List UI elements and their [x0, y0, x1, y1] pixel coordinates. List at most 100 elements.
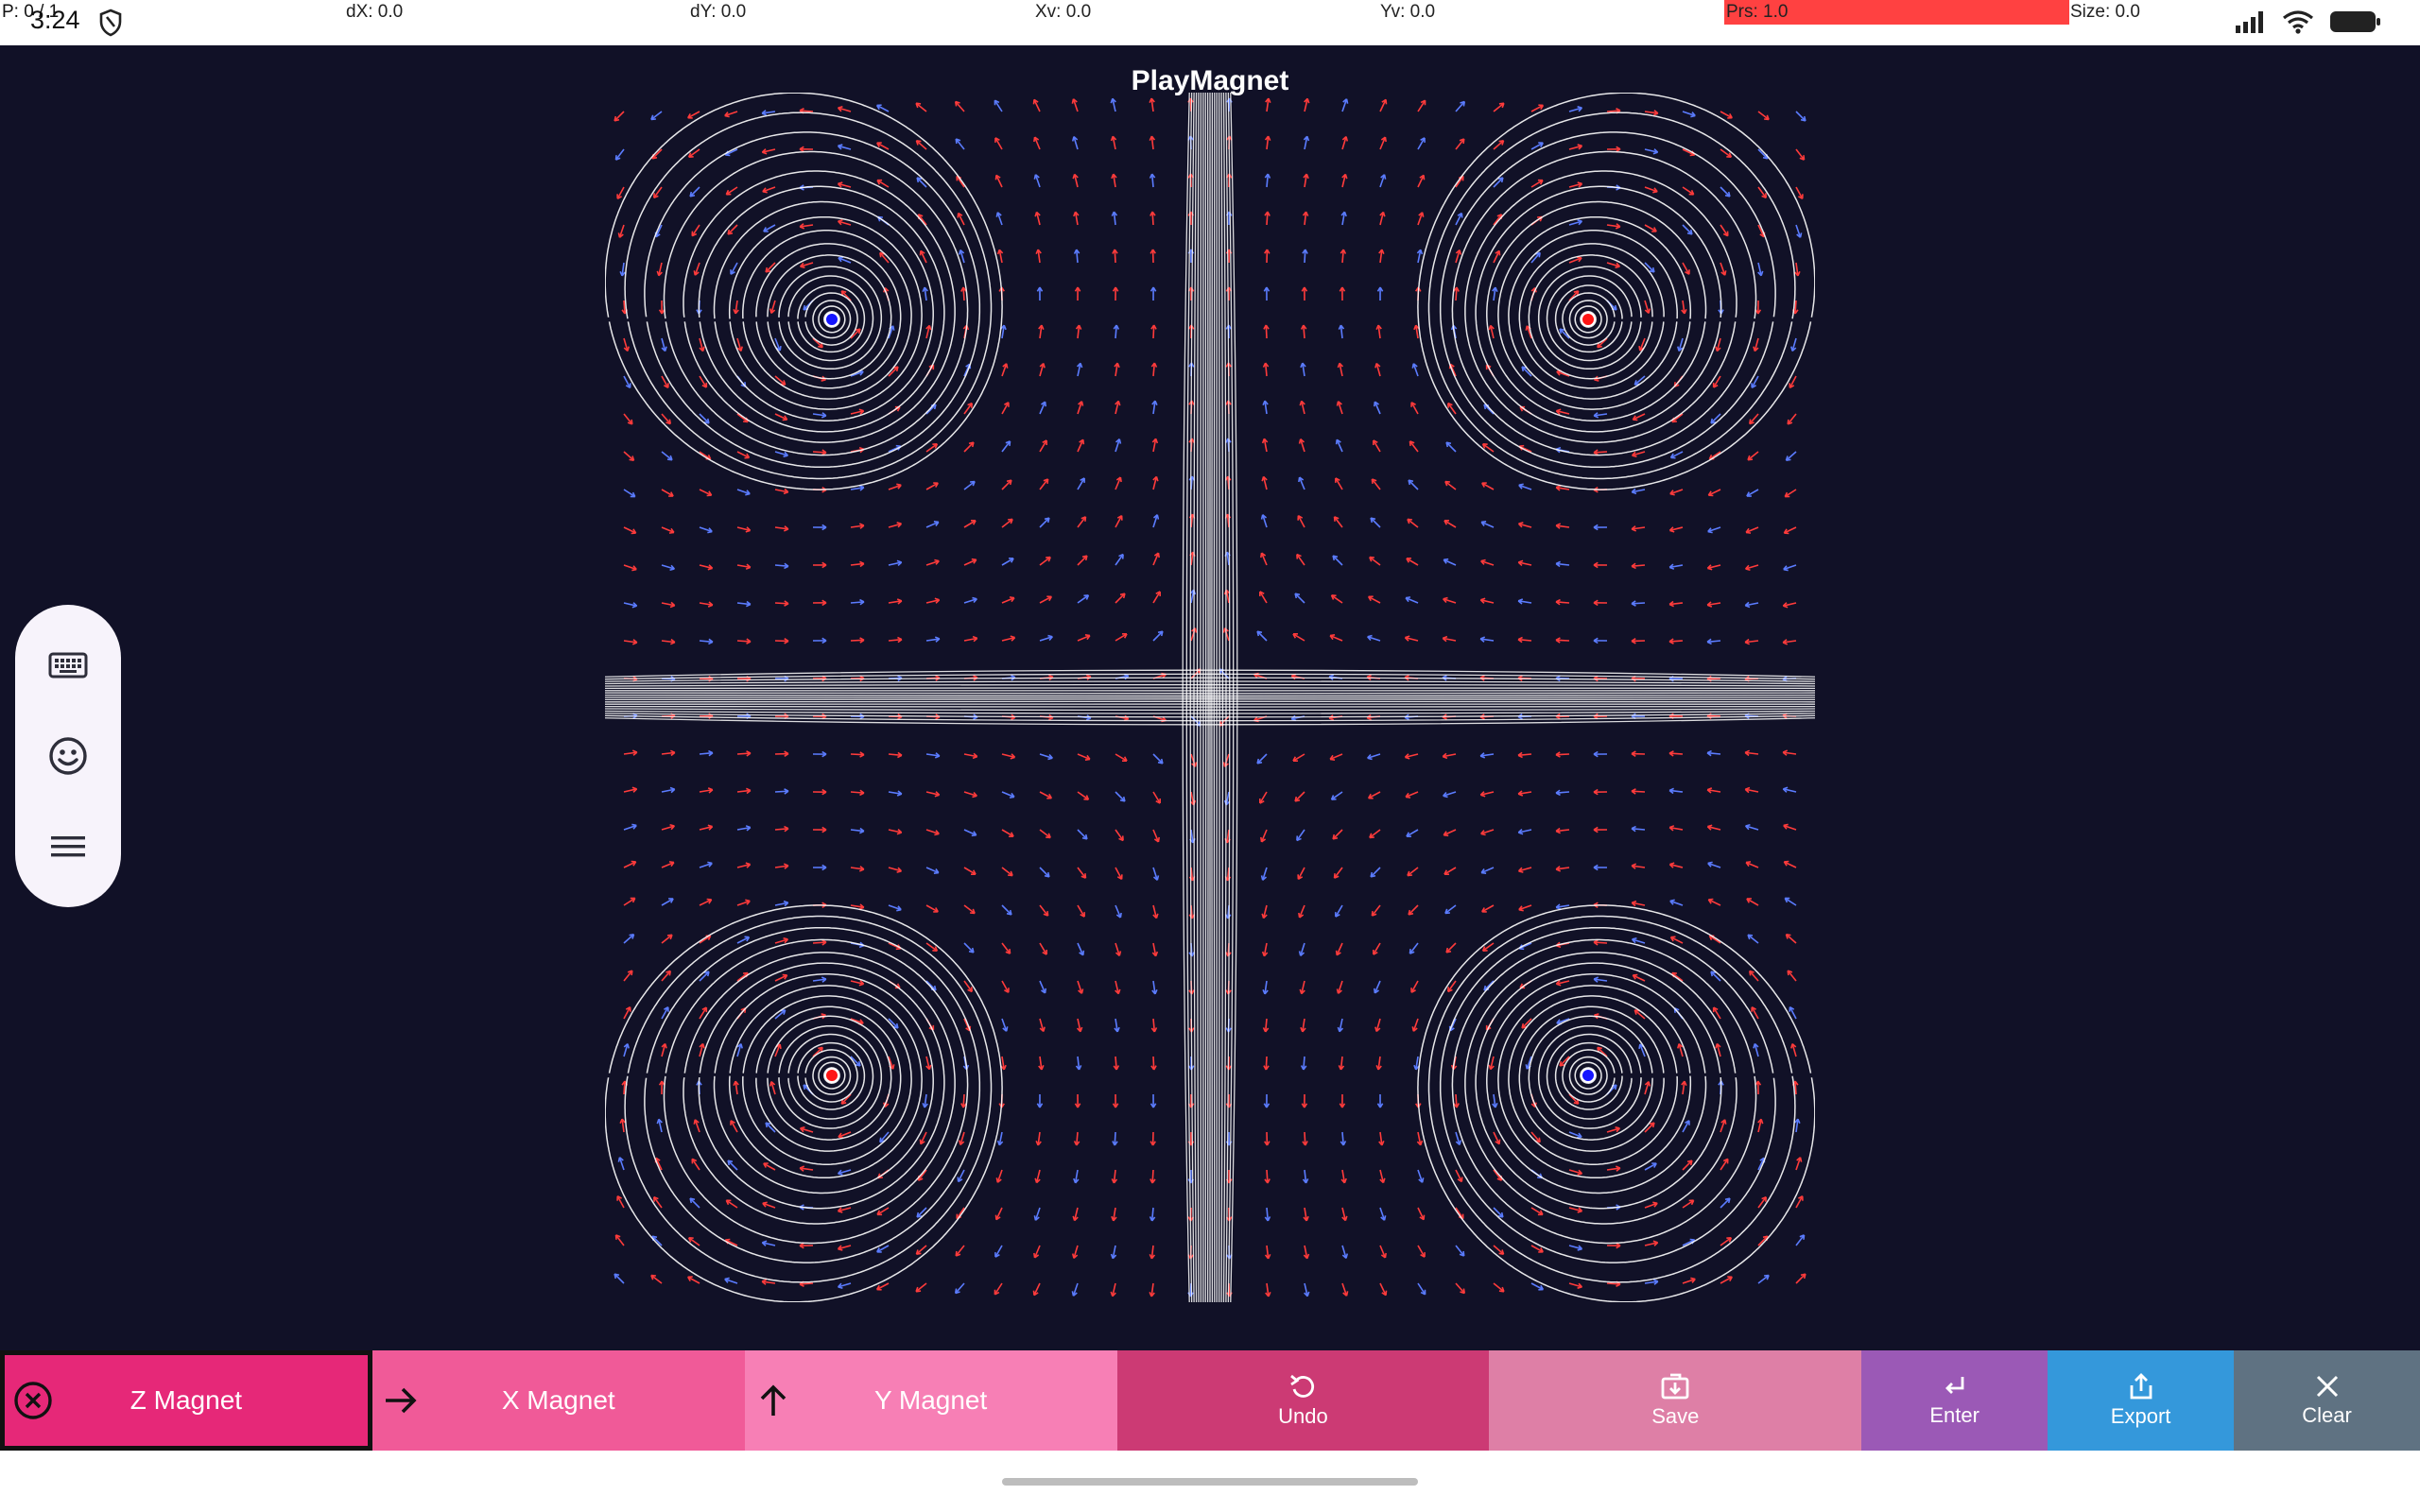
wifi-icon	[2283, 10, 2313, 34]
field-arrow	[1710, 971, 1721, 982]
field-arrow	[1256, 753, 1268, 765]
undo-button[interactable]: Undo	[1116, 1350, 1490, 1451]
field-arrow	[1077, 829, 1088, 840]
pressure-readout: Prs: 1.0	[1726, 2, 1789, 22]
export-label: Export	[2110, 1404, 2171, 1428]
field-arrow	[1493, 177, 1504, 188]
field-line	[683, 170, 956, 443]
pointer-count: P: 0 / 1	[2, 2, 60, 22]
field-arrow	[1445, 942, 1457, 954]
north-magnet-pole[interactable]	[824, 312, 839, 327]
status-icons	[2235, 8, 2382, 36]
field-arrow	[1370, 517, 1381, 528]
enter-icon	[1945, 1377, 1964, 1394]
side-toolbar	[15, 605, 121, 907]
field-arrow	[1408, 479, 1419, 490]
delta-y-readout: dY: 0.0	[690, 2, 747, 22]
field-arrow	[699, 413, 710, 424]
signal-icon	[2236, 11, 2263, 33]
field-arrow	[689, 186, 700, 198]
x-velocity-readout: Xv: 0.0	[1035, 2, 1092, 22]
field-arrow	[1039, 517, 1050, 528]
field-arrow	[963, 942, 975, 954]
south-magnet-pole[interactable]	[1581, 312, 1596, 327]
field-arrow	[1152, 630, 1164, 642]
field-line	[1439, 926, 1776, 1263]
field-line	[663, 150, 969, 456]
shield-icon	[99, 9, 122, 37]
undo-label: Undo	[1278, 1404, 1328, 1428]
emoji-button[interactable]	[38, 726, 98, 786]
field-arrow	[1720, 186, 1731, 198]
enter-label: Enter	[1929, 1403, 1979, 1427]
size-readout: Size: 0.0	[2070, 2, 2140, 22]
close-icon	[2316, 1375, 2338, 1398]
field-arrow	[699, 971, 710, 982]
export-icon	[2130, 1373, 2152, 1400]
field-arrow	[925, 404, 937, 415]
emoji-icon	[49, 737, 87, 775]
y-velocity-readout: Yv: 0.0	[1380, 2, 1436, 22]
save-label: Save	[1651, 1404, 1700, 1428]
field-arrow	[1370, 867, 1381, 878]
field-arrow	[1720, 1197, 1731, 1209]
field-arrow	[1294, 593, 1305, 604]
field-arrow	[916, 177, 927, 188]
field-arrow	[1115, 791, 1126, 802]
field-arrow	[1483, 404, 1495, 415]
export-button[interactable]: Export	[2048, 1350, 2235, 1451]
x-magnet-button[interactable]: X Magnet	[372, 1350, 745, 1451]
field-line	[1439, 131, 1776, 469]
field-arrow	[1115, 593, 1126, 604]
field-arrow	[1039, 867, 1050, 878]
north-magnet-pole[interactable]	[1581, 1068, 1596, 1083]
field-line	[1464, 170, 1737, 443]
field-arrow	[689, 1197, 700, 1209]
separatrix-line	[1213, 93, 1216, 1302]
field-arrow	[1001, 479, 1012, 490]
field-arrow	[1256, 630, 1268, 642]
field-line	[663, 938, 969, 1245]
keyboard-icon	[48, 652, 88, 679]
z-magnet-button[interactable]: Z Magnet	[0, 1350, 372, 1451]
clear-button[interactable]: Clear	[2234, 1350, 2420, 1451]
menu-icon	[51, 836, 85, 857]
x-magnet-label: X Magnet	[501, 1385, 615, 1415]
battery-icon	[2330, 11, 2380, 32]
field-arrow	[1294, 791, 1305, 802]
keyboard-button[interactable]	[38, 635, 98, 696]
field-arrow	[1445, 441, 1457, 453]
south-magnet-pole[interactable]	[824, 1068, 839, 1083]
arrow-up-icon	[760, 1384, 786, 1416]
arrow-right-icon	[385, 1387, 417, 1414]
separatrix-line	[1218, 93, 1220, 1302]
field-arrow	[1493, 1207, 1504, 1218]
field-lines	[605, 93, 1815, 1302]
circle-x-icon	[14, 1382, 52, 1419]
magnetic-field-canvas[interactable]	[605, 93, 1815, 1302]
bottom-toolbar: Z Magnet X Magnet Y Magnet Undo Save Ent…	[0, 1350, 2420, 1451]
save-button[interactable]: Save	[1489, 1350, 1862, 1451]
undo-icon	[1290, 1374, 1315, 1398]
field-arrow	[1710, 413, 1721, 424]
field-arrow	[963, 441, 975, 453]
field-line	[683, 952, 956, 1225]
field-line	[1451, 938, 1757, 1245]
delta-x-readout: dX: 0.0	[346, 2, 404, 22]
field-arrow	[925, 980, 937, 991]
y-magnet-button[interactable]: Y Magnet	[744, 1350, 1117, 1451]
field-arrow	[614, 111, 625, 122]
enter-button[interactable]: Enter	[1861, 1350, 2048, 1451]
field-arrow	[1408, 904, 1419, 916]
y-magnet-label: Y Magnet	[873, 1385, 988, 1415]
field-arrow	[1795, 111, 1806, 122]
save-icon	[1661, 1373, 1689, 1400]
home-indicator[interactable]	[1002, 1478, 1418, 1486]
field-arrow	[1332, 555, 1343, 566]
field-arrow	[1077, 555, 1088, 566]
menu-button[interactable]	[38, 816, 98, 877]
clear-label: Clear	[2302, 1403, 2352, 1427]
field-line	[644, 926, 981, 1263]
field-arrow	[1332, 829, 1343, 840]
field-arrow	[1152, 753, 1164, 765]
